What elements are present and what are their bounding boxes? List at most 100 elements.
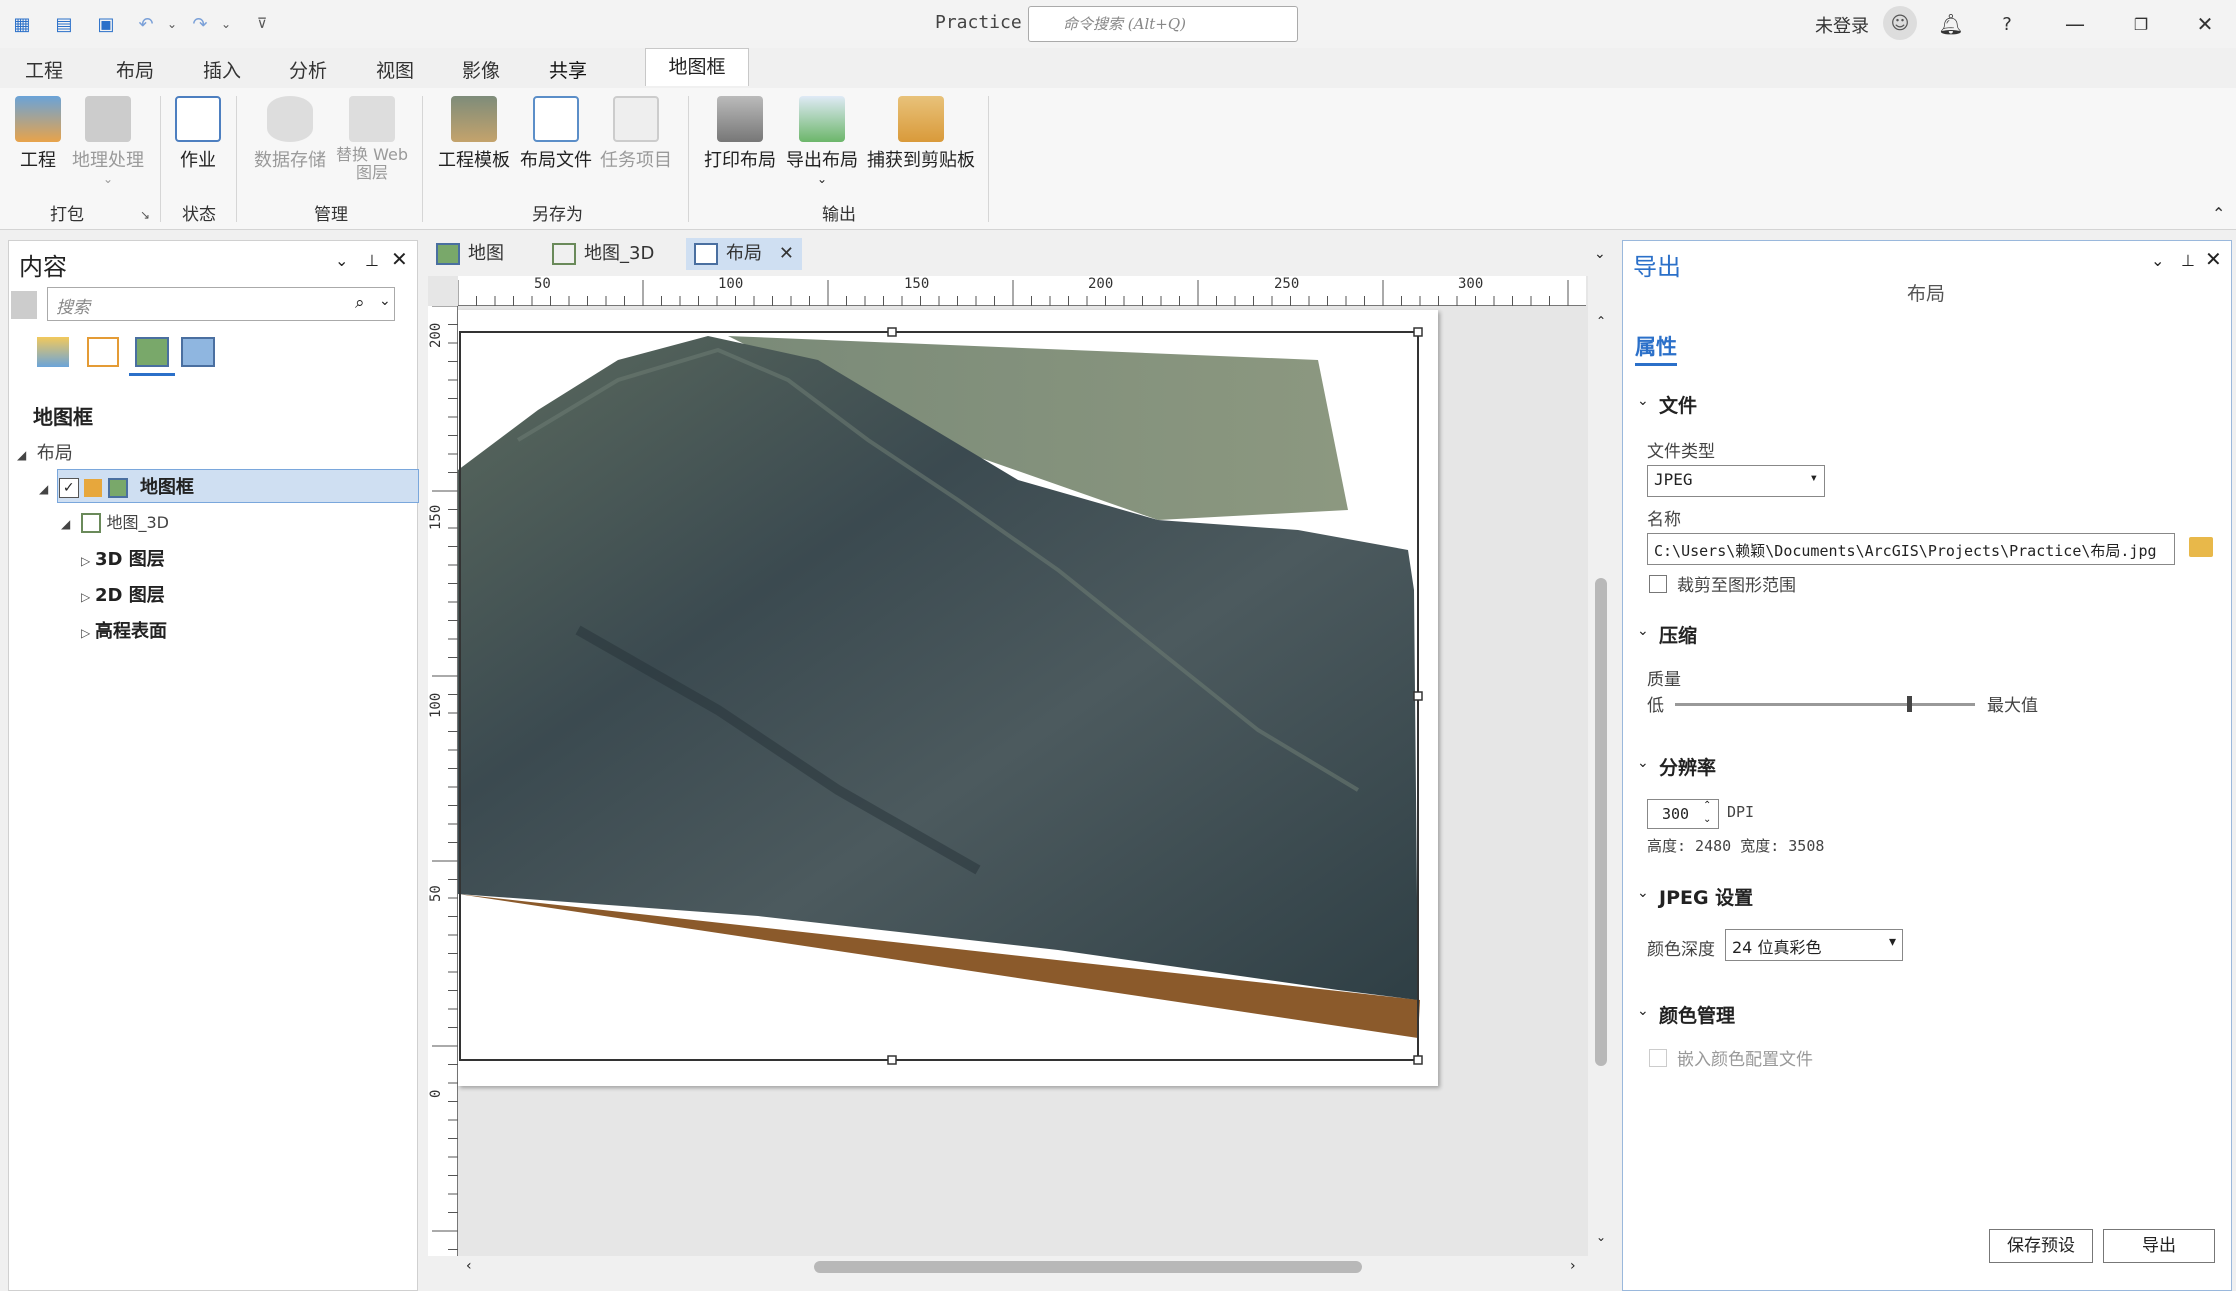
embed-profile-checkbox[interactable] xyxy=(1649,1049,1667,1067)
expand-icon[interactable]: ◢ xyxy=(39,482,53,496)
section-resolution[interactable]: 分辨率 xyxy=(1659,753,1716,780)
pin-icon[interactable]: ⊥ xyxy=(365,251,379,270)
quality-slider[interactable] xyxy=(1675,696,1975,712)
tab-map[interactable]: 地图 xyxy=(428,238,514,270)
close-pane-icon[interactable]: ✕ xyxy=(2205,247,2222,271)
expand-icon[interactable]: ◢ xyxy=(17,448,31,462)
color-depth-select[interactable]: 24 位真彩色 xyxy=(1725,929,1903,961)
visibility-checkbox[interactable]: ✓ xyxy=(58,478,79,498)
file-name-input[interactable]: C:\Users\赖颖\Documents\ArcGIS\Projects\Pr… xyxy=(1647,533,2175,565)
expand-icon[interactable]: ▷ xyxy=(81,626,95,640)
scroll-right-icon[interactable]: › xyxy=(1570,1258,1576,1274)
tree-item-layout[interactable]: ◢ 布局 xyxy=(17,439,73,465)
redo-icon[interactable]: ↷ xyxy=(186,10,214,38)
scroll-down-icon[interactable]: ⌄ xyxy=(1596,1230,1606,1244)
layout-file-button[interactable]: 布局文件 xyxy=(518,96,594,172)
tab-share[interactable]: 共享 xyxy=(549,56,588,91)
geoprocessing-package-button[interactable]: 地理处理 ⌄ xyxy=(70,96,146,186)
dialog-launcher-icon[interactable]: ↘ xyxy=(140,208,150,222)
expand-icon[interactable]: ▷ xyxy=(81,590,95,604)
tree-item-3d-layers[interactable]: ▷ 3D 图层 xyxy=(81,545,165,571)
resize-handle[interactable] xyxy=(887,327,897,337)
save-preset-button[interactable]: 保存预设 xyxy=(1989,1229,2093,1263)
tab-map3d[interactable]: 地图_3D xyxy=(544,238,664,270)
vertical-scrollbar[interactable]: ⌃ ⌄ xyxy=(1592,310,1612,1250)
resize-handle[interactable] xyxy=(1413,1055,1423,1065)
section-file[interactable]: 文件 xyxy=(1659,391,1697,418)
tab-view[interactable]: 视图 xyxy=(376,56,414,83)
search-dropdown-icon[interactable]: ⌄ xyxy=(379,293,391,309)
map-frame[interactable] xyxy=(458,310,1438,1086)
section-jpeg[interactable]: JPEG 设置 xyxy=(1659,883,1753,910)
close-icon[interactable]: ✕ xyxy=(2188,8,2222,40)
list-by-source-icon[interactable] xyxy=(87,337,119,367)
resize-handle[interactable] xyxy=(1413,327,1423,337)
tab-mapframe[interactable]: 地图框 xyxy=(645,48,749,86)
pane-menu-icon[interactable]: ⌄ xyxy=(335,251,348,270)
replace-web-layer-button[interactable]: 替换 Web 图层 xyxy=(334,96,410,182)
tab-project[interactable]: 工程 xyxy=(25,56,63,83)
scroll-left-icon[interactable]: ‹ xyxy=(466,1258,472,1274)
help-icon[interactable]: ? xyxy=(1990,8,2024,40)
list-by-labeling-icon[interactable] xyxy=(181,337,215,367)
scrollbar-thumb[interactable] xyxy=(1595,578,1607,1066)
undo-icon[interactable]: ↶ xyxy=(132,10,160,38)
redo-dropdown-icon[interactable]: ⌄ xyxy=(212,10,240,38)
command-search-input[interactable]: 命令搜索 (Alt+Q) xyxy=(1028,6,1298,42)
job-button[interactable]: 作业 xyxy=(170,96,226,172)
scrollbar-thumb[interactable] xyxy=(814,1261,1362,1273)
close-pane-icon[interactable]: ✕ xyxy=(391,247,408,271)
undo-dropdown-icon[interactable]: ⌄ xyxy=(158,10,186,38)
new-project-icon[interactable]: ▦ xyxy=(8,10,36,38)
pane-menu-icon[interactable]: ⌄ xyxy=(2151,251,2164,270)
lock-icon[interactable] xyxy=(84,479,103,497)
tree-item-map3d[interactable]: ◢ 地图_3D xyxy=(61,509,169,533)
export-layout-button[interactable]: 导出布局 ⌄ xyxy=(784,96,860,186)
tree-item-2d-layers[interactable]: ▷ 2D 图层 xyxy=(81,581,165,607)
stepper-arrows-icon[interactable]: ⌃ ⌄ xyxy=(1703,799,1711,827)
collapse-icon[interactable]: ⌄ xyxy=(1637,393,1649,409)
file-type-select[interactable]: JPEG xyxy=(1647,465,1825,497)
collapse-ribbon-icon[interactable]: ⌃ xyxy=(2212,204,2225,223)
resize-handle[interactable] xyxy=(887,1055,897,1065)
collapse-icon[interactable]: ⌄ xyxy=(1637,1003,1649,1019)
minimize-icon[interactable]: — xyxy=(2058,8,2092,40)
restore-icon[interactable]: ❐ xyxy=(2124,8,2158,40)
open-project-icon[interactable]: ▤ xyxy=(50,10,78,38)
project-template-button[interactable]: 工程模板 xyxy=(436,96,512,172)
tree-item-elevation[interactable]: ▷ 高程表面 xyxy=(81,617,167,643)
collapse-icon[interactable]: ⌄ xyxy=(1637,885,1649,901)
notification-bell-icon[interactable]: 🔔︎ xyxy=(1934,8,1968,40)
package-project-button[interactable]: 工程 xyxy=(10,96,66,172)
search-icon[interactable]: ⌕ xyxy=(355,293,365,313)
resize-handle[interactable] xyxy=(1413,691,1423,701)
clip-checkbox[interactable] xyxy=(1649,575,1667,593)
collapse-icon[interactable]: ⌄ xyxy=(1637,755,1649,771)
avatar[interactable]: ☺ xyxy=(1883,6,1917,40)
close-tab-icon[interactable]: ✕ xyxy=(779,238,794,270)
contents-search-input[interactable]: 搜索 xyxy=(47,287,395,321)
tab-properties[interactable]: 属性 xyxy=(1635,331,1677,366)
browse-folder-icon[interactable] xyxy=(2189,537,2213,557)
task-item-button[interactable]: 任务项目 xyxy=(598,96,674,172)
print-layout-button[interactable]: 打印布局 xyxy=(702,96,778,172)
tab-analysis[interactable]: 分析 xyxy=(289,56,327,83)
scroll-up-icon[interactable]: ⌃ xyxy=(1596,314,1606,328)
slider-thumb[interactable] xyxy=(1907,696,1912,712)
login-label[interactable]: 未登录 xyxy=(1815,12,1869,38)
tab-layout-view[interactable]: 布局 ✕ xyxy=(686,238,802,270)
tab-imagery[interactable]: 影像 xyxy=(462,56,500,83)
export-button[interactable]: 导出 xyxy=(2103,1229,2215,1263)
data-store-button[interactable]: 数据存储 xyxy=(250,96,330,172)
horizontal-scrollbar[interactable]: ‹ › xyxy=(458,1256,1588,1278)
save-project-icon[interactable]: ▣ xyxy=(92,10,120,38)
list-by-drawing-order-icon[interactable] xyxy=(37,337,69,367)
expand-icon[interactable]: ▷ xyxy=(81,554,95,568)
tab-layout[interactable]: 布局 xyxy=(116,56,154,83)
section-compression[interactable]: 压缩 xyxy=(1659,621,1697,648)
section-color-management[interactable]: 颜色管理 xyxy=(1659,1001,1735,1028)
customize-toolbar-icon[interactable]: ⊽ xyxy=(248,10,276,38)
tabs-overflow-icon[interactable]: ⌄ xyxy=(1594,246,1606,262)
list-by-selection-icon[interactable] xyxy=(135,337,169,367)
collapse-icon[interactable]: ⌄ xyxy=(1637,623,1649,639)
